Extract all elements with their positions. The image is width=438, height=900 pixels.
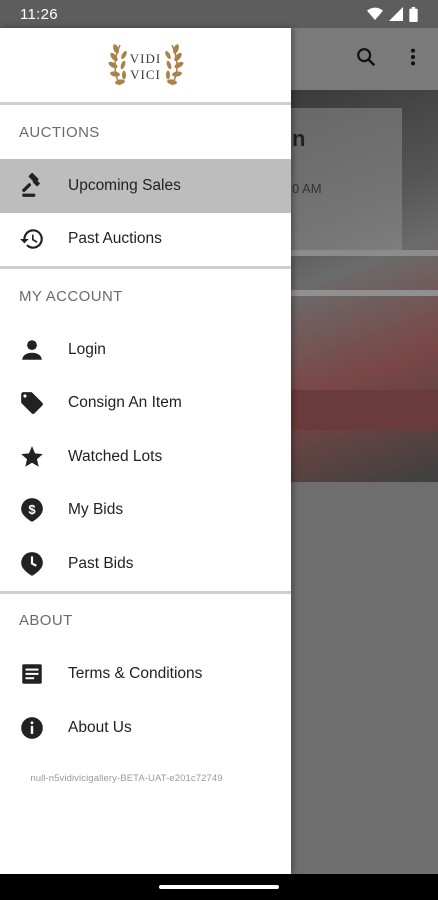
status-time: 11:26	[20, 5, 58, 23]
menu-label: Login	[68, 340, 106, 358]
menu-item-login[interactable]: Login	[0, 323, 291, 377]
background-card-time: 0 AM	[292, 181, 322, 196]
navigation-drawer: VIDI VICI AUCTIONS Upcoming Sales Past A…	[0, 28, 291, 874]
menu-label: Past Bids	[68, 554, 134, 572]
menu-item-terms-conditions[interactable]: Terms & Conditions	[0, 648, 291, 702]
info-icon	[21, 716, 43, 739]
menu-item-watched-lots[interactable]: Watched Lots	[0, 430, 291, 484]
star-icon	[21, 445, 43, 467]
logo-text-line1: VIDI	[129, 51, 162, 66]
menu-label: Consign An Item	[68, 394, 182, 412]
section-header-about: ABOUT	[19, 612, 73, 629]
wifi-icon	[367, 7, 383, 21]
app-version-text: null-n5vidivicigallery-BETA-UAT-e201c727…	[30, 772, 223, 784]
search-icon[interactable]	[355, 46, 377, 68]
status-icons	[367, 6, 418, 22]
drawer-header: VIDI VICI	[0, 28, 291, 102]
menu-label: Watched Lots	[68, 447, 163, 465]
menu-item-about-us[interactable]: About Us	[0, 701, 291, 755]
home-gesture-handle[interactable]	[159, 885, 279, 889]
history-icon	[20, 229, 43, 249]
background-card-title: n	[292, 126, 306, 151]
logo-text-line2: VICI	[130, 67, 161, 82]
menu-label: Past Auctions	[68, 230, 162, 248]
battery-icon	[409, 6, 418, 22]
clock-pin-icon	[21, 551, 43, 576]
menu-label: Terms & Conditions	[68, 665, 203, 683]
person-icon	[22, 340, 42, 360]
menu-item-my-bids[interactable]: $ My Bids	[0, 484, 291, 538]
menu-label: Upcoming Sales	[68, 176, 181, 194]
section-header-my-account: MY ACCOUNT	[19, 287, 123, 305]
menu-item-upcoming-sales[interactable]: Upcoming Sales	[0, 159, 291, 213]
signal-icon	[389, 7, 403, 21]
dollar-pin-icon: $	[21, 498, 43, 523]
status-bar: 11:26	[0, 0, 438, 28]
menu-label: About Us	[68, 718, 132, 736]
svg-text:$: $	[28, 502, 36, 517]
gavel-icon	[22, 172, 41, 197]
more-vert-icon[interactable]	[403, 46, 423, 68]
menu-item-past-auctions[interactable]: Past Auctions	[0, 213, 291, 267]
section-header-auctions: AUCTIONS	[19, 123, 100, 141]
menu-label: My Bids	[68, 501, 124, 519]
menu-item-consign-an-item[interactable]: Consign An Item	[0, 377, 291, 431]
document-icon	[22, 664, 42, 684]
system-navigation-bar	[0, 874, 438, 900]
tag-icon	[21, 392, 43, 415]
menu-item-past-bids[interactable]: Past Bids	[0, 537, 291, 591]
vidi-vici-logo: VIDI VICI	[106, 35, 186, 95]
